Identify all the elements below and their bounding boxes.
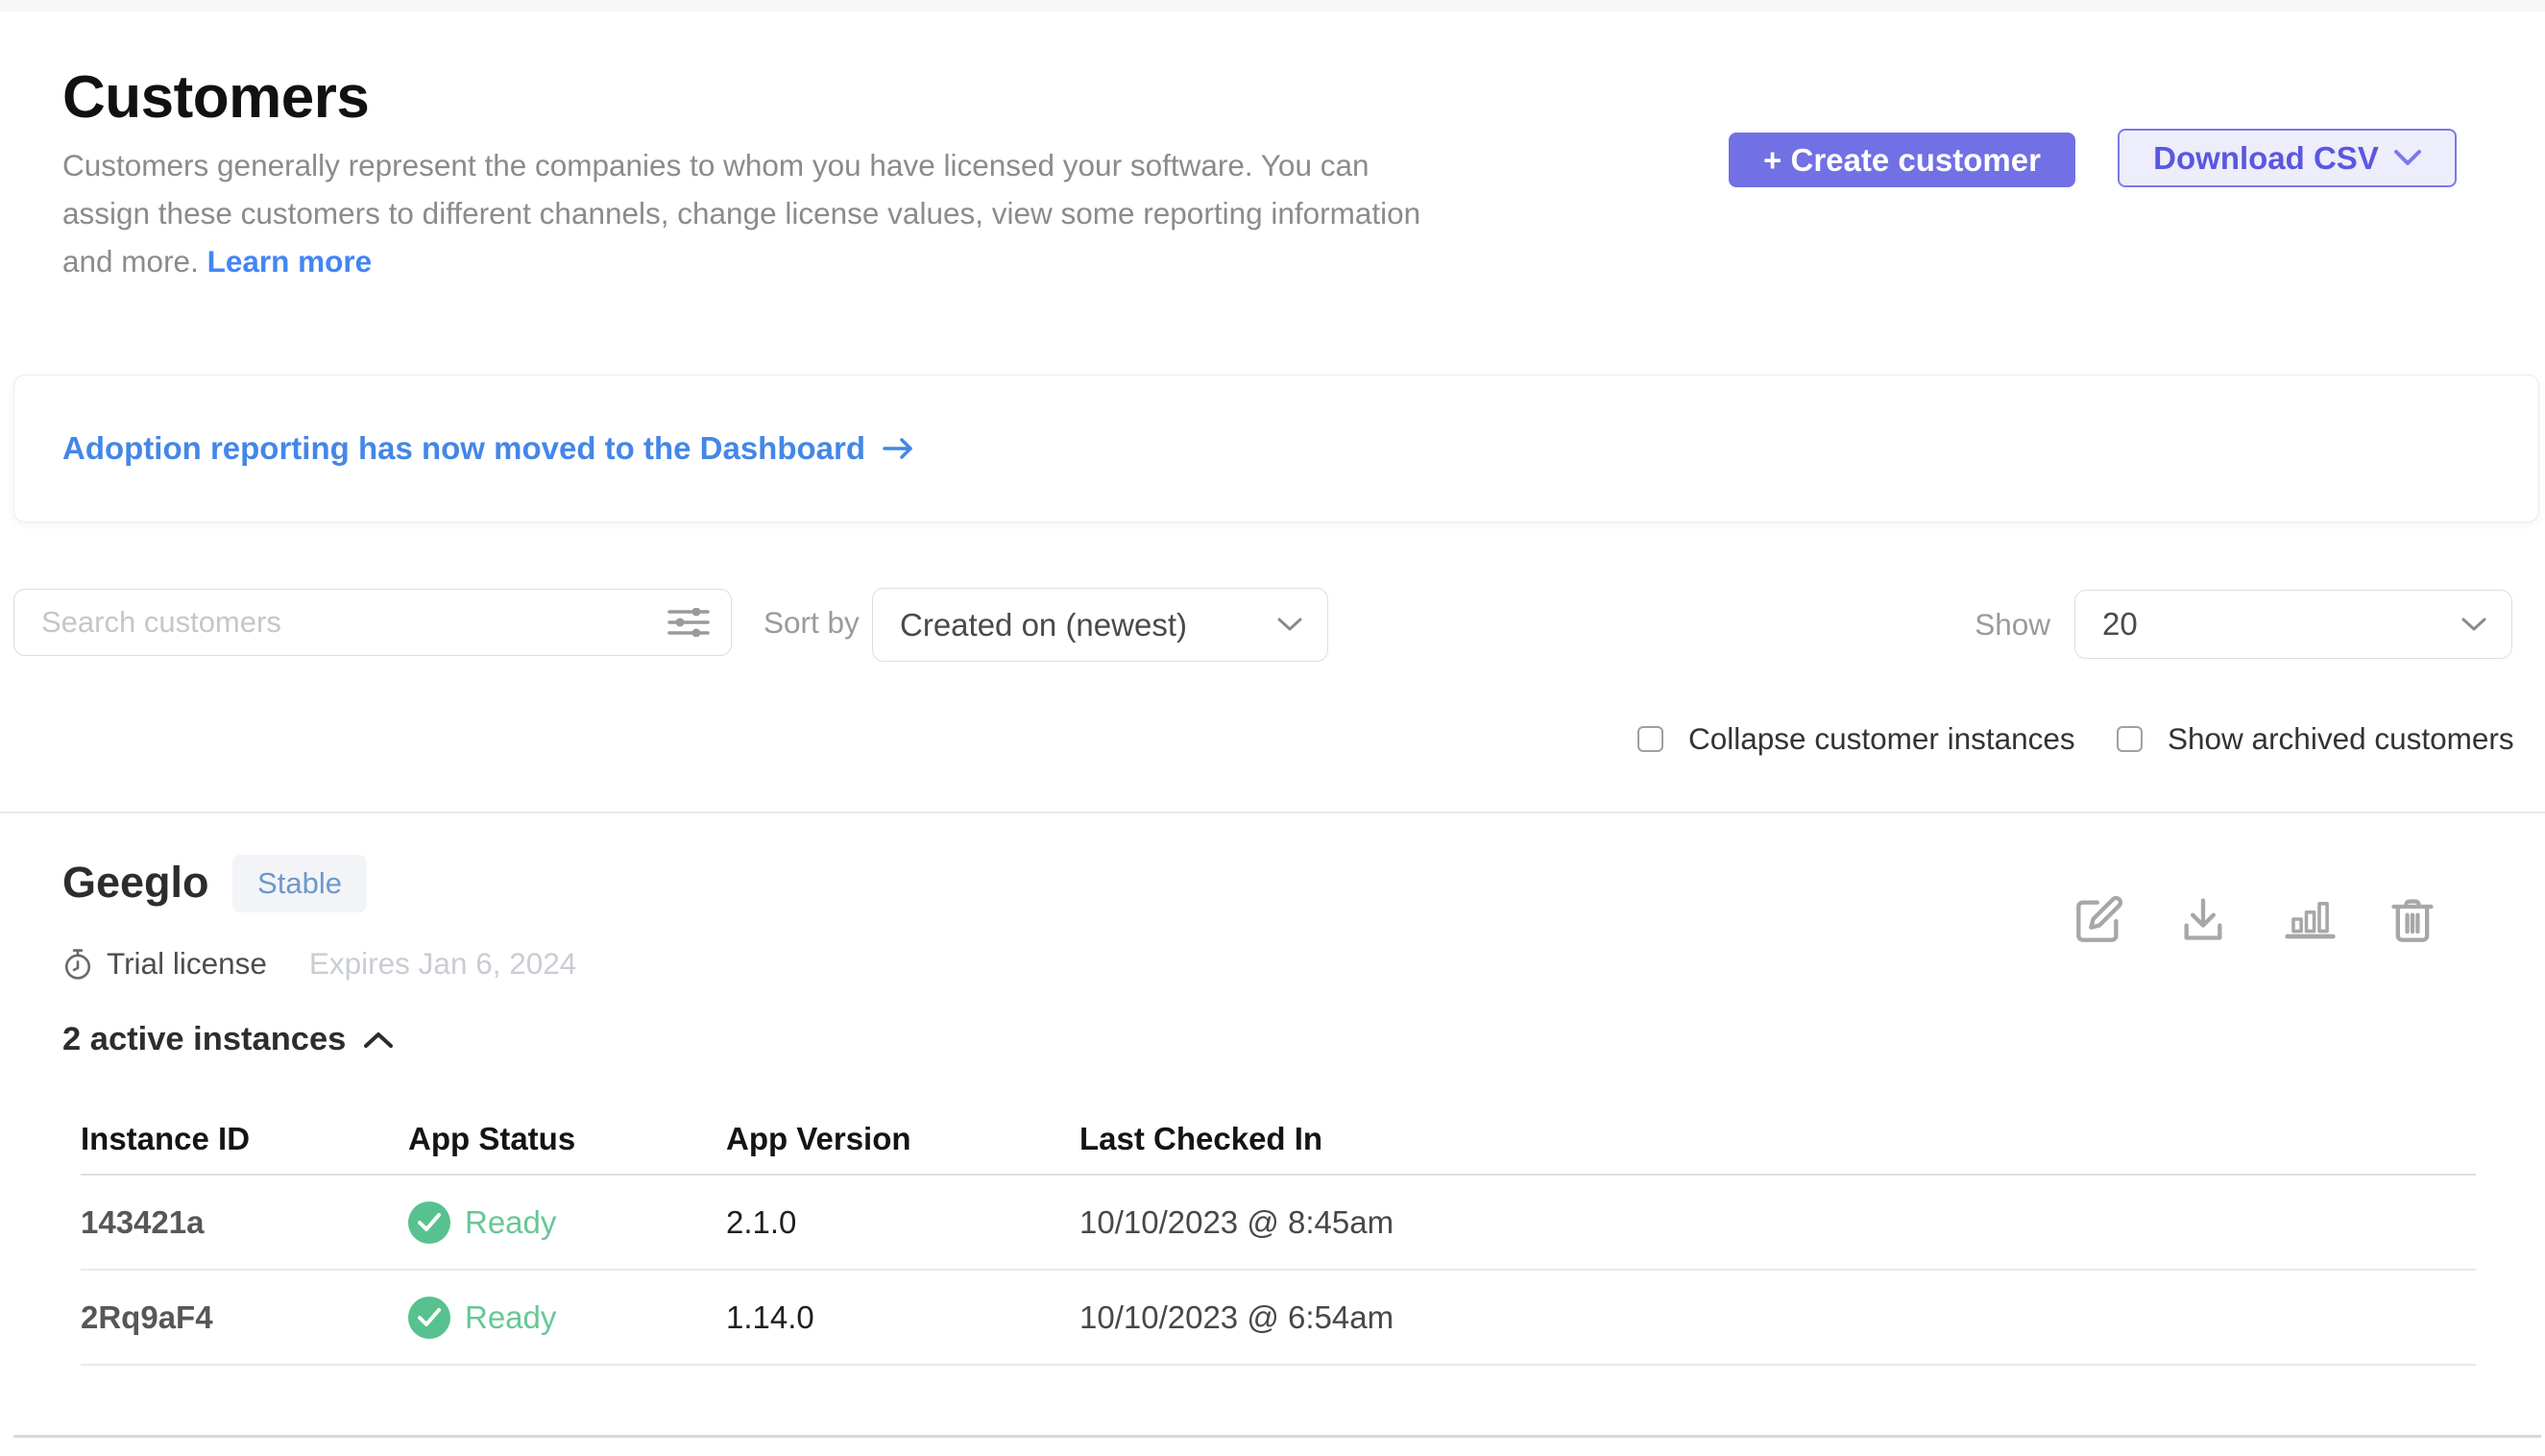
collapse-instances-checkbox[interactable] [1637,726,1663,752]
show-per-page-dropdown[interactable]: 20 [2074,590,2512,659]
section-divider [0,812,2545,813]
edit-customer-icon[interactable] [2073,893,2125,945]
show-archived-checkbox[interactable] [2117,726,2143,752]
timer-icon [62,948,93,981]
instances-table: Instance ID App Status App Version Last … [81,1104,2476,1366]
channel-badge: Stable [232,855,367,912]
table-header-row: Instance ID App Status App Version Last … [81,1104,2476,1176]
page-title: Customers [62,63,369,132]
search-input[interactable] [14,590,667,655]
table-row: 2Rq9aF4 Ready 1.14.0 10/10/2023 @ 6:54am [81,1271,2476,1366]
filter-sliders-icon[interactable] [667,608,731,637]
chevron-up-icon [363,1031,394,1049]
adoption-banner-link[interactable]: Adoption reporting has now moved to the … [62,430,915,467]
delete-customer-icon[interactable] [2387,893,2438,945]
app-version: 1.14.0 [726,1299,1079,1336]
sort-dropdown-value: Created on (newest) [900,607,1187,643]
app-status: Ready [408,1201,726,1244]
show-archived-option: Show archived customers [2117,721,2514,757]
instance-id: 143421a [81,1204,408,1241]
top-edge-band [0,0,2545,12]
learn-more-link[interactable]: Learn more [207,244,373,279]
ready-check-icon [408,1201,450,1244]
collapse-instances-label: Collapse customer instances [1688,721,2075,757]
collapse-instances-option: Collapse customer instances [1637,721,2075,757]
instance-id: 2Rq9aF4 [81,1299,408,1336]
chevron-down-icon [2394,150,2421,166]
page-description: Customers generally represent the compan… [62,141,1420,285]
banner-message: Adoption reporting has now moved to the … [62,430,865,467]
instances-summary: 2 active instances [62,1021,346,1058]
arrow-right-icon [883,435,915,462]
table-row: 143421a Ready 2.1.0 10/10/2023 @ 8:45am [81,1176,2476,1271]
status-label: Ready [465,1204,556,1241]
customers-page: Customers Customers generally represent … [0,0,2545,1456]
download-csv-button[interactable]: Download CSV [2118,129,2457,187]
last-checked-in: 10/10/2023 @ 6:54am [1079,1299,2476,1336]
show-dropdown-value: 20 [2102,606,2138,643]
app-version: 2.1.0 [726,1204,1079,1241]
download-csv-label: Download CSV [2153,140,2379,177]
customer-actions [2073,893,2438,945]
chevron-down-icon [2461,618,2486,632]
last-checked-in: 10/10/2023 @ 8:45am [1079,1204,2476,1241]
license-expiry: Expires Jan 6, 2024 [309,946,576,982]
description-line: Customers generally represent the compan… [62,141,1420,189]
create-customer-button[interactable]: + Create customer [1729,133,2075,187]
description-line: assign these customers to different chan… [62,189,1420,237]
col-header-instance-id: Instance ID [81,1121,408,1157]
app-status: Ready [408,1297,726,1339]
status-label: Ready [465,1299,556,1336]
download-customer-icon[interactable] [2177,893,2229,945]
col-header-app-version: App Version [726,1121,1079,1157]
col-header-last-checked-in: Last Checked In [1079,1121,2476,1157]
license-type: Trial license [107,946,267,982]
sort-by-label: Sort by [764,589,860,656]
ready-check-icon [408,1297,450,1339]
customer-name: Geeglo [62,858,209,908]
show-label: Show [1950,591,2050,658]
description-line: and more. Learn more [62,237,1420,285]
show-archived-label: Show archived customers [2168,721,2514,757]
adoption-banner: Adoption reporting has now moved to the … [13,375,2539,522]
chevron-down-icon [1277,618,1302,632]
col-header-app-status: App Status [408,1121,726,1157]
search-box [13,589,732,656]
license-info: Trial license Expires Jan 6, 2024 [62,946,576,982]
customer-reporting-icon[interactable] [2285,893,2337,945]
instances-toggle[interactable]: 2 active instances [62,1021,394,1058]
page-bottom-divider [13,1435,2541,1438]
sort-dropdown[interactable]: Created on (newest) [872,588,1328,662]
